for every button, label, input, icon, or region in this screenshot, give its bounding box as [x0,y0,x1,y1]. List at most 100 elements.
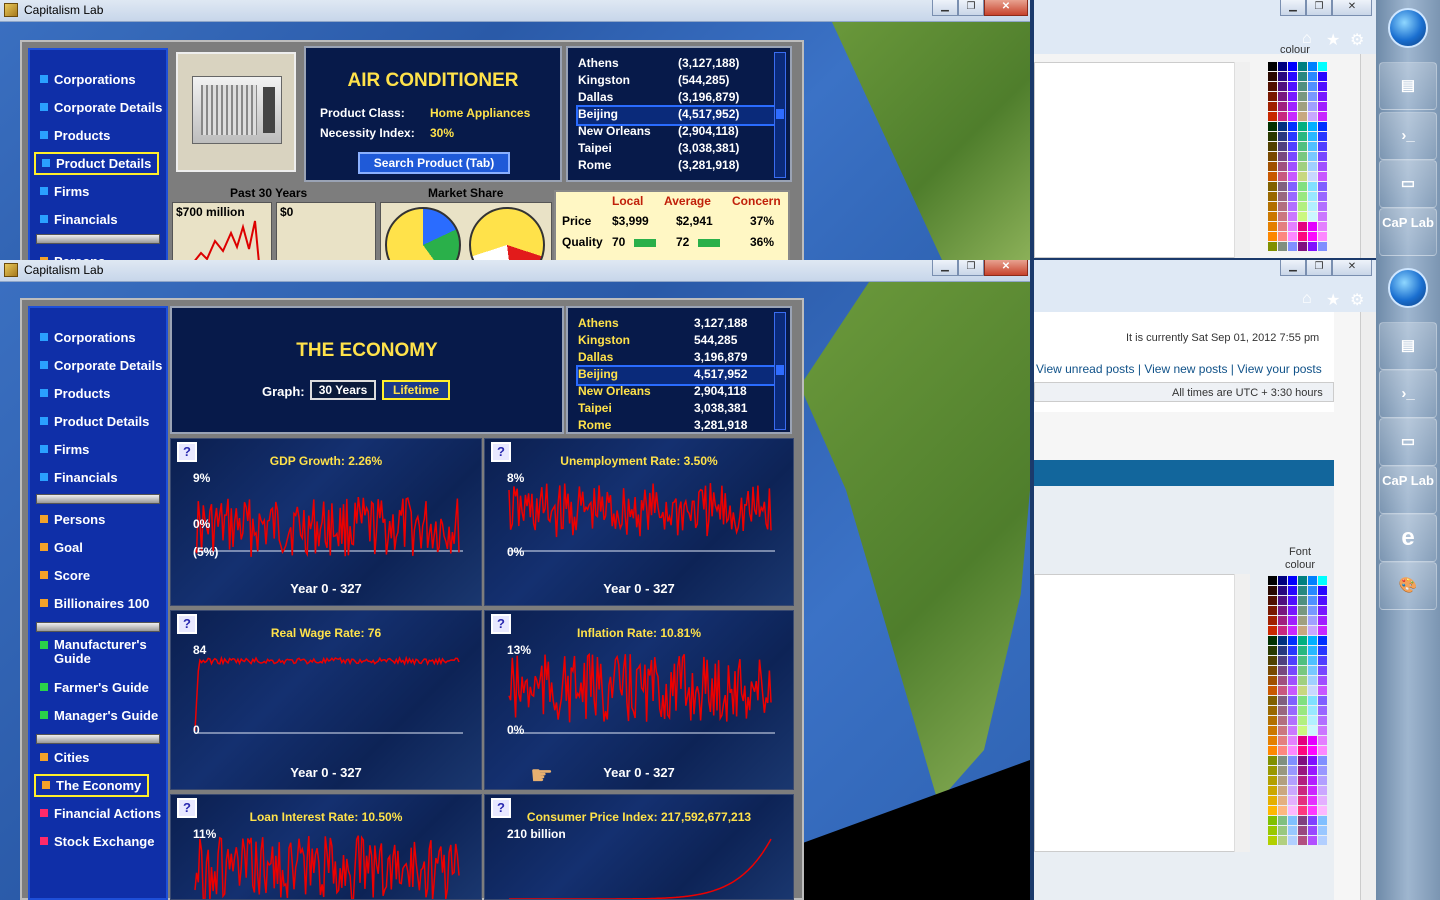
colour-swatch[interactable] [1318,696,1327,705]
colour-swatch[interactable] [1298,746,1307,755]
colour-swatch[interactable] [1268,586,1277,595]
colour-swatch[interactable] [1308,212,1317,221]
colour-swatch[interactable] [1278,616,1287,625]
caplab-icon[interactable]: CaP Lab [1379,208,1437,256]
colour-swatch[interactable] [1268,122,1277,131]
colour-swatch[interactable] [1268,182,1277,191]
star-icon[interactable]: ★ [1326,30,1340,50]
city-row[interactable]: New Orleans 2,904,118 [578,384,774,401]
maximize-button[interactable]: ❐ [1306,260,1332,276]
colour-swatch[interactable] [1318,816,1327,825]
colour-swatch[interactable] [1318,122,1327,131]
font-colour-palette[interactable] [1268,576,1327,845]
colour-swatch[interactable] [1288,122,1297,131]
city-row[interactable]: Dallas 3,196,879 [578,350,774,367]
colour-swatch[interactable] [1268,102,1277,111]
nav-item-products[interactable]: Products [40,386,110,401]
colour-swatch[interactable] [1308,676,1317,685]
colour-swatch[interactable] [1318,586,1327,595]
colour-swatch[interactable] [1298,696,1307,705]
colour-swatch[interactable] [1278,736,1287,745]
system-icon-2[interactable]: ▤ [1379,322,1437,370]
colour-swatch[interactable] [1318,826,1327,835]
colour-swatch[interactable] [1278,162,1287,171]
colour-swatch[interactable] [1268,242,1277,251]
colour-swatch[interactable] [1298,92,1307,101]
colour-swatch[interactable] [1318,666,1327,675]
colour-swatch[interactable] [1308,686,1317,695]
colour-swatch[interactable] [1288,192,1297,201]
colour-swatch[interactable] [1318,786,1327,795]
colour-swatch[interactable] [1298,182,1307,191]
city-row[interactable]: Dallas (3,196,879) [578,90,774,107]
colour-swatch[interactable] [1308,222,1317,231]
city-row[interactable]: Taipei 3,038,381 [578,401,774,418]
nav-item-corporations[interactable]: Corporations [40,72,136,87]
nav-item-product-details[interactable]: Product Details [34,152,160,175]
colour-swatch[interactable] [1308,606,1317,615]
nav-item-financial-actions[interactable]: Financial Actions [40,806,161,821]
colour-swatch[interactable] [1268,736,1277,745]
city-scrollbar[interactable] [774,52,786,178]
colour-swatch[interactable] [1308,626,1317,635]
colour-swatch[interactable] [1278,72,1287,81]
colour-swatch[interactable] [1298,796,1307,805]
colour-swatch[interactable] [1288,736,1297,745]
colour-swatch[interactable] [1318,242,1327,251]
colour-swatch[interactable] [1318,576,1327,585]
colour-swatch[interactable] [1278,596,1287,605]
maximize-button[interactable]: ❐ [1306,0,1332,16]
graph-option-30-years[interactable]: 30 Years [310,380,376,400]
nav-item-corporate-details[interactable]: Corporate Details [40,100,162,115]
colour-swatch[interactable] [1318,596,1327,605]
colour-swatch[interactable] [1308,776,1317,785]
colour-swatch[interactable] [1288,636,1297,645]
maximize-button[interactable]: ❐ [958,260,984,276]
colour-swatch[interactable] [1278,656,1287,665]
colour-swatch[interactable] [1288,172,1297,181]
colour-swatch[interactable] [1318,172,1327,181]
colour-swatch[interactable] [1308,756,1317,765]
colour-swatch[interactable] [1308,72,1317,81]
colour-swatch[interactable] [1268,806,1277,815]
colour-swatch[interactable] [1288,686,1297,695]
city-row[interactable]: Kingston (544,285) [578,73,774,90]
colour-swatch[interactable] [1268,172,1277,181]
colour-swatch[interactable] [1268,152,1277,161]
colour-swatch[interactable] [1288,656,1297,665]
colour-swatch[interactable] [1268,676,1277,685]
colour-swatch[interactable] [1298,112,1307,121]
colour-swatch[interactable] [1308,586,1317,595]
colour-swatch[interactable] [1308,706,1317,715]
colour-swatch[interactable] [1268,776,1277,785]
colour-swatch[interactable] [1308,656,1317,665]
colour-swatch[interactable] [1288,826,1297,835]
colour-swatch[interactable] [1298,142,1307,151]
colour-swatch[interactable] [1298,826,1307,835]
colour-swatch[interactable] [1288,202,1297,211]
colour-swatch[interactable] [1308,92,1317,101]
colour-swatch[interactable] [1278,696,1287,705]
colour-swatch[interactable] [1278,646,1287,655]
colour-swatch[interactable] [1288,112,1297,121]
colour-swatch[interactable] [1288,696,1297,705]
colour-swatch[interactable] [1278,606,1287,615]
colour-swatch[interactable] [1268,616,1277,625]
colour-swatch[interactable] [1318,212,1327,221]
colour-swatch[interactable] [1268,786,1277,795]
colour-swatch[interactable] [1298,646,1307,655]
colour-swatch[interactable] [1268,232,1277,241]
nav-item-firms[interactable]: Firms [40,442,89,457]
graph-option-lifetime[interactable]: Lifetime [382,380,450,400]
colour-swatch[interactable] [1318,616,1327,625]
colour-swatch[interactable] [1298,72,1307,81]
colour-swatch[interactable] [1308,232,1317,241]
colour-swatch[interactable] [1298,122,1307,131]
colour-swatch[interactable] [1278,796,1287,805]
colour-swatch[interactable] [1278,666,1287,675]
search-product-button[interactable]: Search Product (Tab) [358,152,510,174]
colour-swatch[interactable] [1318,686,1327,695]
colour-swatch[interactable] [1278,142,1287,151]
colour-swatch[interactable] [1308,666,1317,675]
nav-item-farmer-s-guide[interactable]: Farmer's Guide [40,680,149,695]
